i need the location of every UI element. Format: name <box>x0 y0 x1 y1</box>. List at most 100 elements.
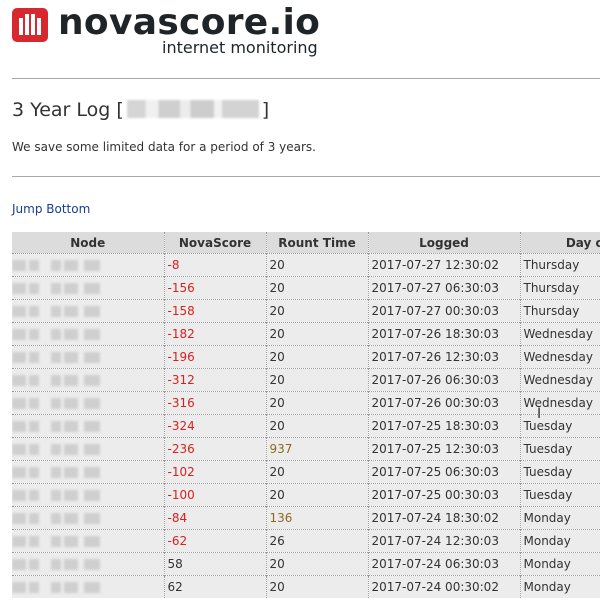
cell-round-time: 20 <box>265 345 368 369</box>
cell-logged: 2017-07-24 12:30:03 <box>367 529 520 553</box>
redacted-node-name <box>12 327 164 341</box>
redacted-node-name <box>12 373 164 387</box>
cell-round-time: 20 <box>265 276 368 300</box>
cell-round-time: 20 <box>265 391 368 415</box>
cell-logged: 2017-07-25 12:30:03 <box>367 437 520 461</box>
redacted-node-name <box>12 396 164 410</box>
cell-node <box>12 322 164 346</box>
brand-tagline: internet monitoring <box>162 38 318 57</box>
redacted-node-name <box>12 465 164 479</box>
cell-logged: 2017-07-26 12:30:03 <box>367 345 520 369</box>
cell-day: Wednesday <box>519 368 600 392</box>
cell-round-time: 20 <box>265 322 368 346</box>
table-row: -316 20 2017-07-26 00:30:03 Wednesday <box>12 391 600 415</box>
page-title-close: ] <box>261 99 270 121</box>
redacted-node-name <box>12 534 164 548</box>
cell-node <box>12 253 164 277</box>
redacted-node-name <box>12 258 164 272</box>
table-row: -62 26 2017-07-24 12:30:03 Monday <box>12 529 600 553</box>
redacted-node-name <box>126 100 259 118</box>
cell-round-time: 20 <box>265 414 368 438</box>
table-row: -312 20 2017-07-26 06:30:03 Wednesday <box>12 368 600 392</box>
cell-logged: 2017-07-27 00:30:03 <box>367 299 520 323</box>
cell-round-time: 20 <box>265 460 368 484</box>
cell-logged: 2017-07-24 18:30:02 <box>367 506 520 530</box>
cell-round-time: 937 <box>265 437 368 461</box>
cell-round-time: 20 <box>265 299 368 323</box>
cell-node <box>12 483 164 507</box>
cell-node <box>12 299 164 323</box>
table-row: -158 20 2017-07-27 00:30:03 Thursday <box>12 299 600 323</box>
cell-node <box>12 345 164 369</box>
column-header-logged[interactable]: Logged <box>367 232 520 254</box>
divider <box>12 78 600 79</box>
column-header-novascore[interactable]: NovaScore <box>163 232 266 254</box>
table-row: -324 20 2017-07-25 18:30:03 Tuesday <box>12 414 600 438</box>
column-header-round-time[interactable]: Rount Time <box>265 232 368 254</box>
cell-node <box>12 529 164 553</box>
cell-logged: 2017-07-25 18:30:03 <box>367 414 520 438</box>
cell-day: Tuesday <box>519 460 600 484</box>
cell-logged: 2017-07-27 12:30:02 <box>367 253 520 277</box>
cell-logged: 2017-07-27 06:30:03 <box>367 276 520 300</box>
cell-day: Tuesday <box>519 437 600 461</box>
cell-novascore: -62 <box>163 529 266 553</box>
cell-novascore: -8 <box>163 253 266 277</box>
redacted-node-name <box>12 350 164 364</box>
table-row: -84 136 2017-07-24 18:30:02 Monday <box>12 506 600 530</box>
cell-node <box>12 414 164 438</box>
redacted-node-name <box>12 442 164 456</box>
cell-round-time: 20 <box>265 368 368 392</box>
cell-round-time: 20 <box>265 253 368 277</box>
cell-logged: 2017-07-24 06:30:03 <box>367 552 520 576</box>
cell-day: Wednesday <box>519 322 600 346</box>
page-title: 3 Year Log [] <box>12 96 269 124</box>
cell-node <box>12 552 164 576</box>
cell-novascore: -102 <box>163 460 266 484</box>
cell-logged: 2017-07-25 00:30:03 <box>367 483 520 507</box>
cell-novascore: 58 <box>163 552 266 576</box>
cell-logged: 2017-07-26 00:30:03 <box>367 391 520 415</box>
cell-node <box>12 368 164 392</box>
cell-logged: 2017-07-24 00:30:02 <box>367 575 520 598</box>
table-row: -102 20 2017-07-25 06:30:03 Tuesday <box>12 460 600 484</box>
cell-day: Monday <box>519 575 600 598</box>
table-header-row: Node NovaScore Rount Time Logged Day of <box>12 232 600 254</box>
cell-day: Monday <box>519 552 600 576</box>
cell-day: Tuesday <box>519 414 600 438</box>
cell-day: Wednesday <box>519 345 600 369</box>
redacted-node-name <box>12 580 164 594</box>
text-cursor-icon: I <box>537 406 542 422</box>
column-header-day[interactable]: Day of <box>519 232 600 254</box>
cell-round-time: 26 <box>265 529 368 553</box>
cell-novascore: -84 <box>163 506 266 530</box>
cell-novascore: -236 <box>163 437 266 461</box>
cell-logged: 2017-07-25 06:30:03 <box>367 460 520 484</box>
cell-logged: 2017-07-26 18:30:03 <box>367 322 520 346</box>
cell-round-time: 20 <box>265 483 368 507</box>
table-row: 62 20 2017-07-24 00:30:02 Monday <box>12 575 600 598</box>
redacted-node-name <box>12 419 164 433</box>
column-header-node[interactable]: Node <box>12 232 164 254</box>
cell-day: Thursday <box>519 276 600 300</box>
cell-node <box>12 437 164 461</box>
page-title-text: 3 Year Log [ <box>12 99 124 121</box>
cell-round-time: 136 <box>265 506 368 530</box>
jump-bottom-link[interactable]: Jump Bottom <box>12 202 90 216</box>
cell-novascore: -182 <box>163 322 266 346</box>
cell-node <box>12 575 164 598</box>
table-row: -100 20 2017-07-25 00:30:03 Tuesday <box>12 483 600 507</box>
cell-day: Monday <box>519 529 600 553</box>
cell-round-time: 20 <box>265 575 368 598</box>
redacted-node-name <box>12 557 164 571</box>
cell-novascore: -324 <box>163 414 266 438</box>
table-row: -196 20 2017-07-26 12:30:03 Wednesday <box>12 345 600 369</box>
intro-text: We save some limited data for a period o… <box>12 140 316 154</box>
brand-logo[interactable]: novascore.io internet monitoring <box>12 2 332 62</box>
divider <box>12 176 600 177</box>
cell-round-time: 20 <box>265 552 368 576</box>
table-row: -156 20 2017-07-27 06:30:03 Thursday <box>12 276 600 300</box>
cell-day: Thursday <box>519 253 600 277</box>
cell-logged: 2017-07-26 06:30:03 <box>367 368 520 392</box>
redacted-node-name <box>12 511 164 525</box>
